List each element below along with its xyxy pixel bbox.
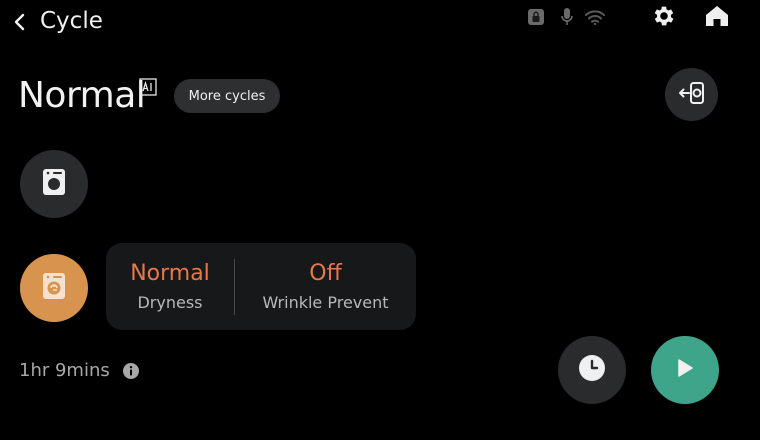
wrinkle-prevent-label: Wrinkle Prevent	[262, 292, 389, 312]
lock-icon	[526, 6, 546, 28]
device-button[interactable]	[20, 150, 88, 218]
info-icon[interactable]	[122, 362, 140, 380]
smart-control-button[interactable]	[665, 68, 718, 121]
options-mode-button[interactable]	[20, 254, 88, 322]
remaining-time: 1hr 9mins	[19, 360, 110, 381]
dryness-value: Normal	[130, 260, 210, 286]
settings-button[interactable]	[649, 4, 679, 32]
clock-icon	[578, 354, 606, 386]
play-icon	[676, 358, 694, 382]
cycle-name: Normal	[18, 75, 146, 116]
page-title: Cycle	[40, 8, 103, 34]
more-cycles-button[interactable]: More cycles	[174, 79, 280, 113]
delay-end-button[interactable]	[558, 336, 626, 404]
start-button[interactable]	[651, 336, 719, 404]
home-icon	[704, 4, 730, 32]
gear-icon	[651, 3, 677, 33]
back-arrow-icon	[10, 12, 30, 32]
smart-control-icon	[678, 80, 706, 110]
microphone-icon	[557, 6, 577, 28]
dryness-label: Dryness	[137, 292, 203, 312]
wrinkle-prevent-option[interactable]: Off Wrinkle Prevent	[235, 243, 416, 330]
back-button[interactable]	[10, 6, 30, 38]
home-button[interactable]	[702, 4, 732, 32]
ai-badge-icon	[139, 78, 157, 96]
cycle-screen: Cycle Normal More cycles Normal Dryness …	[0, 0, 760, 440]
dryer-icon	[42, 168, 66, 200]
options-card: Normal Dryness Off Wrinkle Prevent	[106, 243, 416, 330]
wrinkle-prevent-value: Off	[309, 260, 342, 286]
dryer-options-icon	[42, 272, 66, 304]
wifi-icon	[585, 6, 605, 28]
dryness-option[interactable]: Normal Dryness	[106, 243, 234, 330]
